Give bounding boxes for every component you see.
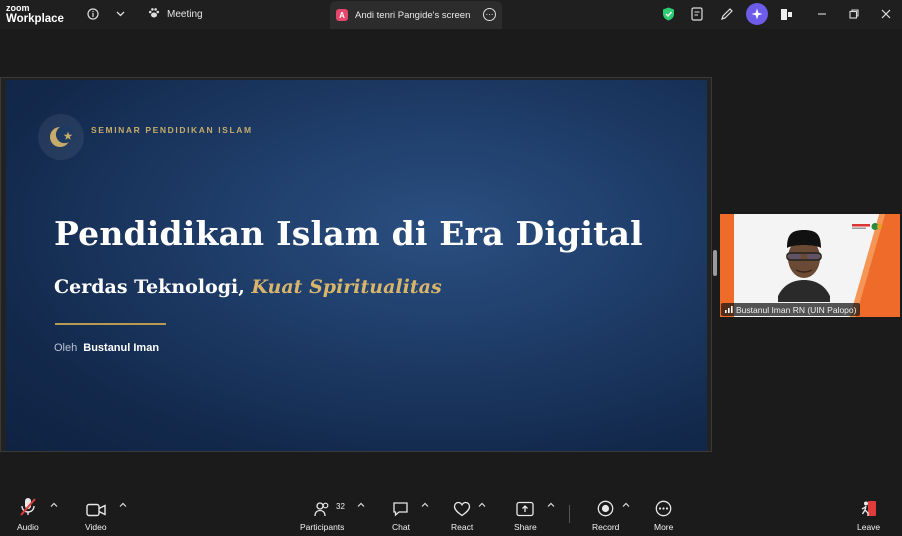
react-button[interactable]: React xyxy=(451,497,473,532)
leave-label: Leave xyxy=(857,522,881,532)
chevron-up-icon[interactable] xyxy=(478,501,486,509)
record-icon xyxy=(597,497,614,517)
more-options-icon[interactable]: ⋯ xyxy=(483,8,496,21)
slide-subtitle-accent: Kuat Spiritualitas xyxy=(251,276,442,298)
tab-meeting-label: Meeting xyxy=(167,9,203,20)
minimize-icon[interactable] xyxy=(814,6,830,22)
banner-logo xyxy=(852,223,882,230)
heart-icon xyxy=(453,497,471,517)
slide: SEMINAR PENDIDIKAN ISLAM Pendidikan Isla… xyxy=(6,80,707,451)
chevron-up-icon[interactable] xyxy=(50,501,58,509)
tab-meeting[interactable]: Meeting xyxy=(148,4,203,25)
signal-bars-icon xyxy=(725,305,733,315)
share-screen-icon xyxy=(516,497,534,517)
slide-overline: SEMINAR PENDIDIKAN ISLAM xyxy=(91,125,253,135)
chat-button[interactable]: Chat xyxy=(392,497,410,532)
apps-icon[interactable] xyxy=(778,6,794,22)
share-button[interactable]: Share xyxy=(514,497,537,532)
more-label: More xyxy=(654,522,674,532)
tab-screen-share-label: Andi tenri Pangide's screen xyxy=(355,9,471,21)
byline-prefix: Oleh xyxy=(54,342,78,354)
slide-subtitle: Cerdas Teknologi, Kuat Spiritualitas xyxy=(54,276,442,298)
shared-screen[interactable]: SEMINAR PENDIDIKAN ISLAM Pendidikan Isla… xyxy=(0,77,712,452)
leave-icon xyxy=(860,497,878,517)
zoom-logo: zoom Workplace xyxy=(6,4,64,26)
slide-title: Pendidikan Islam di Era Digital xyxy=(54,214,643,253)
info-icon[interactable] xyxy=(85,6,101,22)
participant-video-tile[interactable]: Bustanul Iman RN (UIN Palopo) xyxy=(720,214,900,317)
camera-icon xyxy=(86,497,106,517)
participants-count: 32 xyxy=(336,502,345,511)
record-button[interactable]: Record xyxy=(592,497,619,532)
resize-handle[interactable] xyxy=(713,250,717,276)
more-icon xyxy=(655,497,672,517)
audio-button[interactable]: Audio xyxy=(17,497,39,532)
paw-icon xyxy=(148,7,160,22)
chevron-up-icon[interactable] xyxy=(357,501,365,509)
chevron-up-icon[interactable] xyxy=(622,501,630,509)
slide-author: Bustanul Iman xyxy=(83,342,160,354)
shield-icon[interactable] xyxy=(660,6,676,22)
participants-label: Participants xyxy=(300,522,345,532)
chevron-down-icon[interactable] xyxy=(112,6,128,22)
leave-button[interactable]: Leave xyxy=(857,497,880,532)
ai-companion-icon[interactable] xyxy=(746,3,768,25)
toolbar-divider xyxy=(569,505,570,523)
notes-icon[interactable] xyxy=(689,6,705,22)
slide-subtitle-main: Cerdas Teknologi, xyxy=(54,276,252,298)
chevron-up-icon[interactable] xyxy=(547,501,555,509)
participants-icon xyxy=(314,497,330,517)
tab-screen-share[interactable]: A Andi tenri Pangide's screen ⋯ xyxy=(330,1,502,29)
video-button[interactable]: Video xyxy=(85,497,107,532)
title-bar: zoom Workplace Meeting A Andi tenri Pang… xyxy=(0,0,902,29)
logo-line1: zoom xyxy=(6,3,30,13)
slide-divider xyxy=(55,323,166,325)
react-label: React xyxy=(451,522,474,532)
share-label: Share xyxy=(514,522,537,532)
chat-label: Chat xyxy=(392,522,410,532)
close-icon[interactable] xyxy=(878,6,894,22)
video-label: Video xyxy=(85,522,107,532)
crescent-star-icon xyxy=(38,114,84,160)
logo-line2: Workplace xyxy=(6,13,64,25)
participant-name: Bustanul Iman RN (UIN Palopo) xyxy=(736,304,857,315)
meeting-controls: Audio Video Participants 32 Chat React S… xyxy=(0,489,902,536)
participant-name-label: Bustanul Iman RN (UIN Palopo) xyxy=(721,303,861,316)
chevron-up-icon[interactable] xyxy=(421,501,429,509)
audio-label: Audio xyxy=(17,522,39,532)
sharer-badge: A xyxy=(336,9,348,21)
chevron-up-icon[interactable] xyxy=(119,501,127,509)
more-button[interactable]: More xyxy=(654,497,673,532)
mic-muted-icon xyxy=(19,497,37,517)
annotate-icon[interactable] xyxy=(719,6,735,22)
restore-icon[interactable] xyxy=(846,6,862,22)
participant-person-image xyxy=(778,230,830,302)
chat-icon xyxy=(392,497,409,517)
record-label: Record xyxy=(592,522,620,532)
video-background-stripe xyxy=(720,214,734,317)
slide-byline: Oleh Bustanul Iman xyxy=(54,342,159,354)
